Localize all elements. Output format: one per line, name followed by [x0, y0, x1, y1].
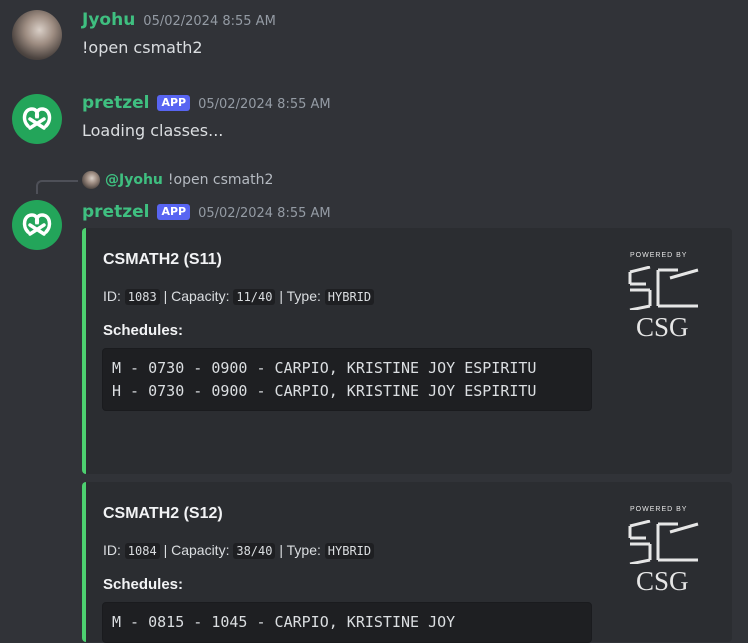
capacity-label: | Capacity:	[163, 288, 230, 304]
schedules-codeblock: M - 0815 - 1045 - CARPIO, KRISTINE JOY	[102, 602, 592, 643]
username[interactable]: pretzel	[82, 93, 149, 113]
pretzel-logo-icon	[22, 107, 52, 130]
user-avatar[interactable]	[12, 10, 62, 60]
message-content: !open csmath2	[82, 38, 203, 57]
capacity-value: 38/40	[233, 543, 276, 559]
message-header: Jyohu 05/02/2024 8:55 AM	[82, 10, 276, 30]
csg-logo: POWERED BY CSG	[624, 252, 704, 344]
logo-mark-icon	[628, 520, 699, 564]
app-tag: APP	[157, 204, 191, 220]
schedules-label: Schedules:	[103, 576, 184, 593]
message-header: pretzel APP 05/02/2024 8:55 AM	[82, 202, 331, 222]
schedules-label: Schedules:	[103, 322, 184, 339]
capacity-value: 11/40	[233, 289, 276, 305]
logo-text: CSG	[636, 312, 689, 342]
logo-powered-by: POWERED BY	[630, 506, 688, 513]
username[interactable]: Jyohu	[82, 10, 135, 30]
logo-mark-icon	[628, 266, 699, 310]
message-header: pretzel APP 05/02/2024 8:55 AM	[82, 93, 331, 113]
type-value: HYBRID	[324, 289, 375, 305]
csg-logo: POWERED BY CSG	[624, 506, 704, 598]
embed-title: CSMATH2 (S11)	[103, 251, 222, 268]
reply-connector	[36, 180, 78, 194]
type-label: | Type:	[279, 288, 321, 304]
reply-reference[interactable]: @Jyohu !open csmath2	[82, 171, 273, 189]
username[interactable]: pretzel	[82, 202, 149, 222]
pretzel-logo-icon	[22, 213, 52, 236]
reply-text[interactable]: !open csmath2	[168, 172, 273, 188]
class-embed: CSMATH2 (S11) ID: 1083 | Capacity: 11/40…	[82, 228, 732, 474]
app-tag: APP	[157, 95, 191, 111]
embed-details: ID: 1083 | Capacity: 11/40 | Type: HYBRI…	[103, 288, 375, 305]
logo-text: CSG	[636, 566, 689, 596]
timestamp[interactable]: 05/02/2024 8:55 AM	[198, 206, 331, 221]
embed-details: ID: 1084 | Capacity: 38/40 | Type: HYBRI…	[103, 542, 375, 559]
class-embed: CSMATH2 (S12) ID: 1084 | Capacity: 38/40…	[82, 482, 732, 643]
type-value: HYBRID	[324, 543, 375, 559]
id-label: ID:	[103, 288, 121, 304]
reply-mention[interactable]: @Jyohu	[105, 172, 163, 188]
timestamp[interactable]: 05/02/2024 8:55 AM	[198, 97, 331, 112]
capacity-label: | Capacity:	[163, 542, 230, 558]
schedules-codeblock: M - 0730 - 0900 - CARPIO, KRISTINE JOY E…	[102, 348, 592, 411]
logo-powered-by: POWERED BY	[630, 252, 688, 259]
embed-title: CSMATH2 (S12)	[103, 505, 223, 522]
id-label: ID:	[103, 542, 121, 558]
bot-avatar[interactable]	[12, 94, 62, 144]
timestamp[interactable]: 05/02/2024 8:55 AM	[143, 14, 276, 29]
message-content: Loading classes...	[82, 121, 224, 140]
bot-avatar[interactable]	[12, 200, 62, 250]
reply-avatar	[82, 171, 100, 189]
type-label: | Type:	[279, 542, 321, 558]
class-id: 1083	[124, 289, 160, 305]
class-id: 1084	[124, 543, 160, 559]
